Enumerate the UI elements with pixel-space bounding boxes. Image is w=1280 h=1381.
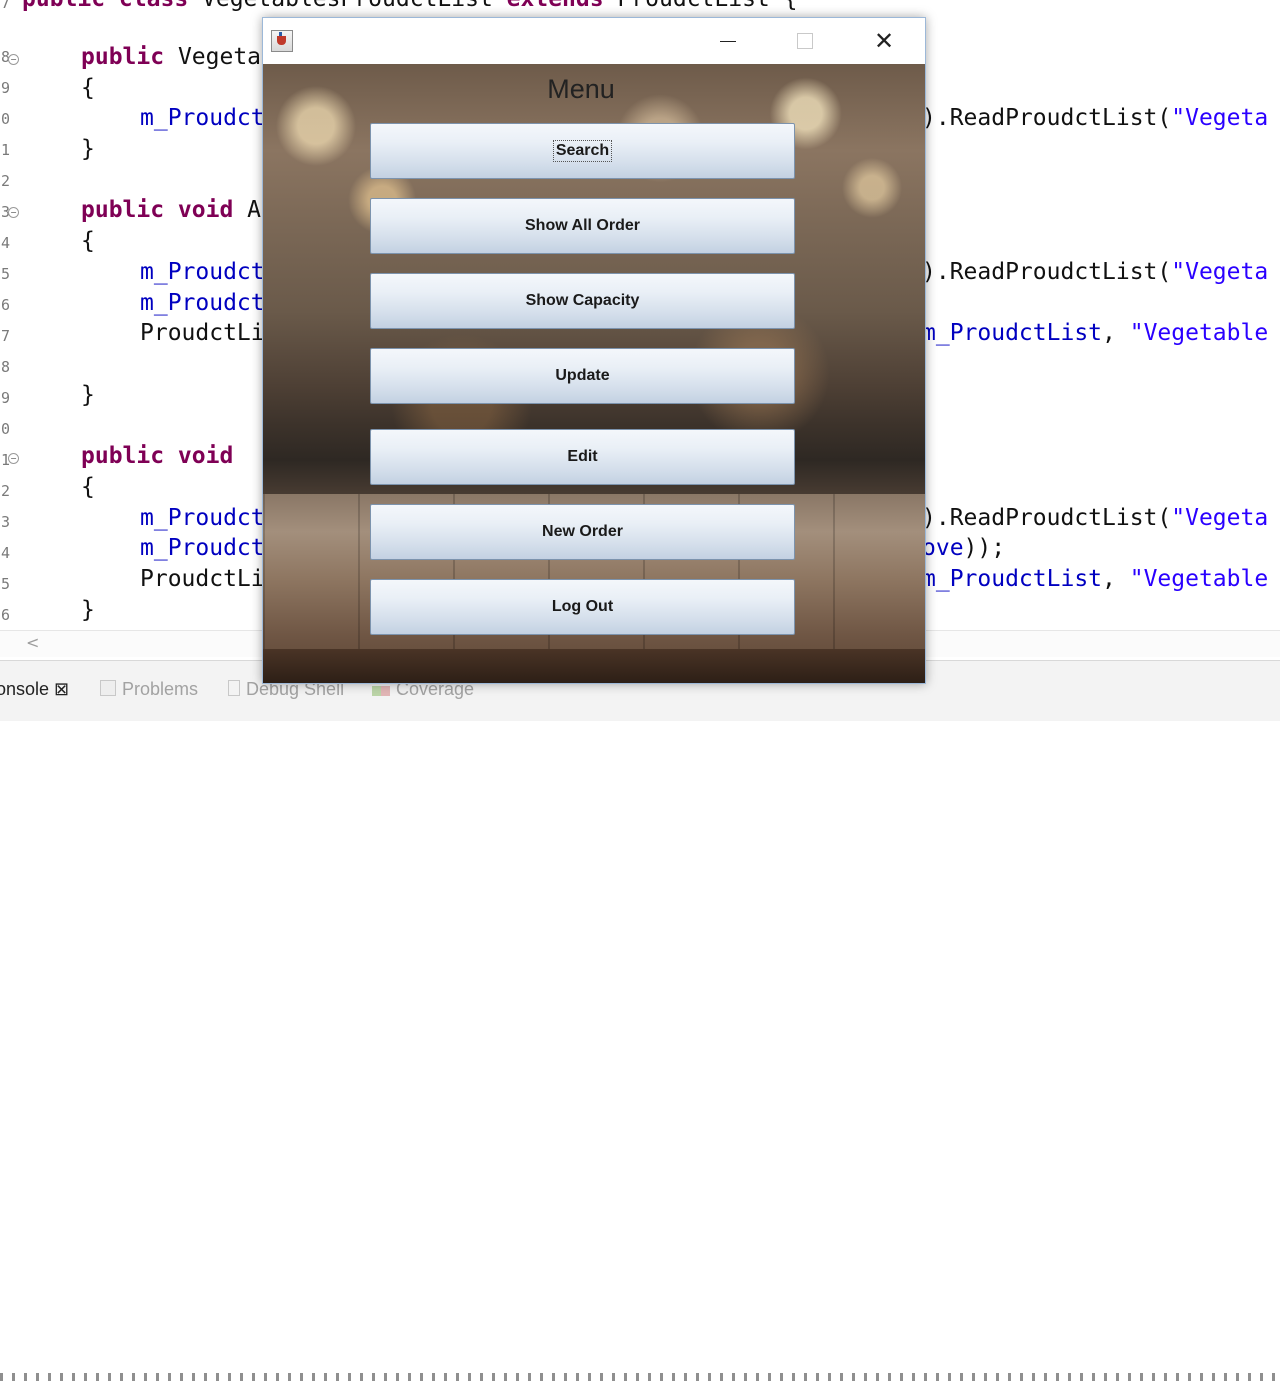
minimize-icon xyxy=(720,40,736,42)
tab-problems-label: Problems xyxy=(122,679,199,699)
code-line-method2-decl: public void xyxy=(81,443,234,469)
line-number: 0 xyxy=(0,110,10,128)
line-number: 7 xyxy=(0,327,10,345)
tab-console[interactable]: onsole ⊠ xyxy=(0,679,69,700)
code-line-right: m_ProudctList, "Vegetable xyxy=(922,566,1269,592)
line-number: 2 xyxy=(0,172,10,190)
menu-content-background: Menu Search Show All Order Show Capacity… xyxy=(263,64,925,683)
debug-shell-icon xyxy=(228,680,240,696)
close-icon: ✕ xyxy=(873,27,895,55)
code-line-brace: } xyxy=(81,136,95,162)
java-app-icon[interactable] xyxy=(271,30,293,52)
new-order-label: New Order xyxy=(542,523,623,540)
coverage-icon xyxy=(372,686,390,696)
code-line-brace: } xyxy=(81,382,95,408)
update-button[interactable]: Update xyxy=(370,348,795,404)
line-number: 0 xyxy=(0,420,10,438)
show-all-order-button[interactable]: Show All Order xyxy=(370,198,795,254)
show-capacity-button[interactable]: Show Capacity xyxy=(370,273,795,329)
code-line: m_Proudct xyxy=(140,505,265,531)
line-number: 8 xyxy=(0,358,10,376)
code-line-brace: { xyxy=(81,75,95,101)
code-line-method1-decl: public void A xyxy=(81,197,262,223)
log-out-button[interactable]: Log Out xyxy=(370,579,795,635)
fold-icon[interactable]: − xyxy=(8,207,19,218)
console-output-text xyxy=(0,1373,1280,1381)
line-number: 6 xyxy=(0,606,10,624)
update-label: Update xyxy=(555,367,610,384)
code-line-brace: { xyxy=(81,474,95,500)
code-line-right: ove)); xyxy=(922,535,1006,561)
code-line-class-decl: public class VegetablesProudctList exten… xyxy=(22,0,797,12)
line-number: 7 xyxy=(0,0,10,12)
fold-icon[interactable]: − xyxy=(8,54,19,65)
new-order-button[interactable]: New Order xyxy=(370,504,795,560)
menu-title: Menu xyxy=(547,74,615,104)
code-line: ProudctLi xyxy=(140,566,265,592)
line-number: 2 xyxy=(0,482,10,500)
line-number: 5 xyxy=(0,575,10,593)
line-number-gutter: 7 8 − 9 0 1 2 3 − 4 5 6 7 8 9 0 1 − 2 3 … xyxy=(0,0,22,660)
line-number: 1 xyxy=(0,141,10,159)
line-number: 6 xyxy=(0,296,10,314)
code-line: m_Proudct xyxy=(140,535,265,561)
code-line: ProudctLi xyxy=(140,320,265,346)
edit-button[interactable]: Edit xyxy=(370,429,795,485)
show-all-order-label: Show All Order xyxy=(525,217,640,234)
line-number: 5 xyxy=(0,265,10,283)
maximize-button xyxy=(782,26,828,56)
line-number: 4 xyxy=(0,234,10,252)
code-line-ctor-body: m_Proudct xyxy=(140,105,265,131)
fold-icon[interactable]: − xyxy=(8,453,19,464)
edit-label: Edit xyxy=(567,448,598,465)
close-button[interactable]: ✕ xyxy=(861,26,907,56)
code-line-right: m_ProudctList, "Vegetable xyxy=(922,320,1269,346)
code-line: m_Proudct xyxy=(140,259,265,285)
line-number: 4 xyxy=(0,544,10,562)
menu-window: ✕ Menu Search Show All Order Show Capaci… xyxy=(262,17,926,684)
show-capacity-label: Show Capacity xyxy=(525,292,640,309)
line-number: 9 xyxy=(0,79,10,97)
search-button-label: Search xyxy=(552,140,613,162)
code-line-ctor-decl: public Vegeta xyxy=(81,44,262,70)
code-line-right: ).ReadProudctList("Vegeta xyxy=(922,259,1269,285)
problems-icon xyxy=(100,680,116,696)
line-number: 9 xyxy=(0,389,10,407)
tab-problems[interactable]: Problems xyxy=(100,679,198,700)
scroll-left-icon[interactable]: < xyxy=(26,633,39,652)
search-button[interactable]: Search xyxy=(370,123,795,179)
code-line: m_Proudct xyxy=(140,290,265,316)
window-titlebar[interactable]: ✕ xyxy=(263,18,925,64)
maximize-icon xyxy=(797,33,813,49)
wood-table-edge xyxy=(263,649,925,683)
code-line-brace: } xyxy=(81,597,95,623)
log-out-label: Log Out xyxy=(551,598,614,615)
code-line-brace: { xyxy=(81,228,95,254)
code-line-right: ).ReadProudctList("Vegeta xyxy=(922,105,1269,131)
minimize-button[interactable] xyxy=(705,26,751,56)
code-line-right: ).ReadProudctList("Vegeta xyxy=(922,505,1269,531)
line-number: 3 xyxy=(0,513,10,531)
